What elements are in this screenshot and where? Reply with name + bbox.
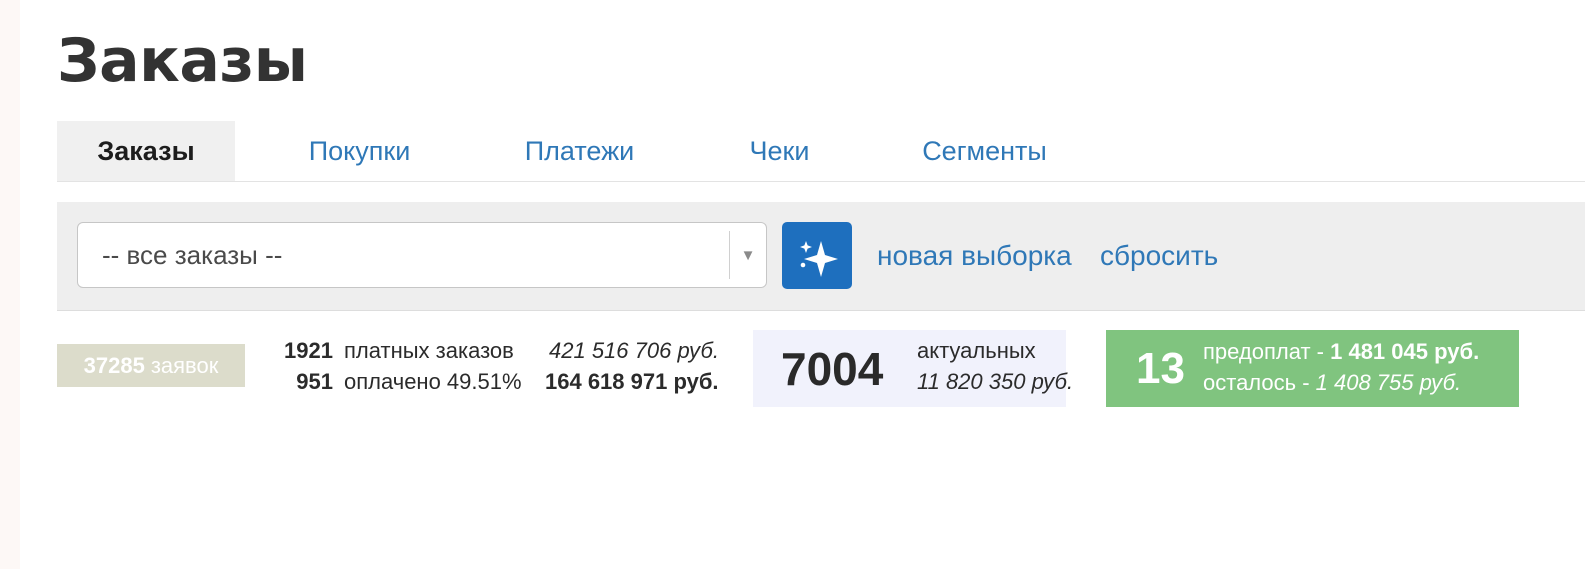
requests-badge[interactable]: 37285 заявок — [57, 344, 245, 387]
page-title: Заказы — [57, 26, 308, 96]
actual-orders-label: актуальных — [917, 338, 1036, 363]
tab-segments[interactable]: Сегменты — [907, 121, 1062, 181]
remaining-line: осталось - 1 408 755 руб. — [1203, 370, 1461, 396]
chevron-down-icon[interactable]: ▼ — [729, 231, 766, 279]
prepayments-box[interactable]: 13 предоплат - 1 481 045 руб. осталось -… — [1106, 330, 1519, 407]
tab-purchases[interactable]: Покупки — [287, 121, 432, 181]
paid-orders-count: 1921 — [284, 338, 333, 363]
actual-orders-sum: 11 820 350 руб. — [917, 369, 1074, 394]
remaining-sum: 1 408 755 руб. — [1315, 370, 1462, 395]
new-selection-link[interactable]: новая выборка — [877, 222, 1072, 289]
reset-link[interactable]: сбросить — [1100, 222, 1218, 289]
sparkles-icon — [800, 240, 838, 277]
prepayments-line: предоплат - 1 481 045 руб. — [1203, 339, 1479, 365]
select-value: -- все заказы -- — [102, 239, 283, 270]
paid-orders-sum: 421 516 706 руб. — [549, 338, 719, 363]
payed-orders-label: оплачено 49.51% — [344, 369, 522, 394]
tab-payments[interactable]: Платежи — [507, 121, 652, 181]
paid-orders-label: платных заказов — [344, 338, 514, 363]
orders-filter-select[interactable]: -- все заказы -- ▼ — [77, 222, 767, 288]
tab-receipts[interactable]: Чеки — [732, 121, 827, 181]
payed-orders-count: 951 — [296, 369, 333, 394]
payed-orders-sum: 164 618 971 руб. — [545, 369, 719, 394]
requests-label: заявок — [150, 352, 219, 378]
orders-page: Заказы Заказы Покупки Платежи Чеки Сегме… — [57, 0, 1585, 569]
prepayments-sum: 1 481 045 руб. — [1330, 339, 1480, 364]
tab-bar: Заказы Покупки Платежи Чеки Сегменты — [57, 121, 1585, 182]
requests-count: 37285 — [83, 352, 145, 378]
remaining-label: осталось - — [1203, 370, 1316, 395]
sparkles-button[interactable] — [782, 222, 852, 289]
dropdown-arrow-glyph: ▼ — [740, 246, 756, 264]
prepayments-count: 13 — [1136, 343, 1185, 393]
actual-orders-count: 7004 — [781, 342, 884, 395]
actual-orders-box[interactable]: 7004 актуальных 11 820 350 руб. — [753, 330, 1073, 407]
filter-bar: -- все заказы -- ▼ новая выборка сбросит… — [57, 202, 1585, 311]
prepayments-label: предоплат - — [1203, 339, 1331, 364]
left-edge-strip — [0, 0, 20, 569]
tab-orders[interactable]: Заказы — [57, 121, 235, 181]
